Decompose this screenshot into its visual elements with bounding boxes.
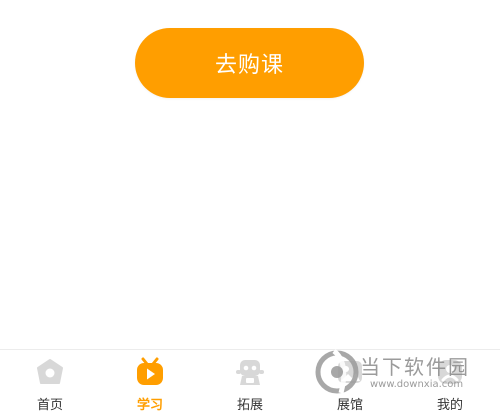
bottom-tab-bar: 首页 学习 拓展 展馆 我的 [0,349,500,416]
robot-icon [236,360,264,385]
tab-home[interactable]: 首页 [0,350,100,416]
tab-profile-label: 我的 [436,398,463,413]
tab-explore-label: 拓展 [236,398,263,413]
tab-home-label: 首页 [36,398,63,413]
tab-profile[interactable]: 我的 [400,350,500,416]
tv-play-icon [137,357,163,385]
buy-course-button[interactable]: 去购课 [135,28,364,98]
profile-icon [438,360,462,384]
tab-study-label: 学习 [136,398,163,413]
home-icon [37,359,63,384]
tab-explore[interactable]: 拓展 [200,350,300,416]
tab-study[interactable]: 学习 [100,350,200,416]
page: 去购课 首页 学习 拓展 展馆 我的 当下软件园 www.downxia.com [0,0,500,416]
buy-course-label: 去购课 [214,53,284,78]
tab-gallery[interactable]: 展馆 [300,350,400,416]
tab-gallery-label: 展馆 [336,398,363,413]
gallery-icon [338,361,362,383]
